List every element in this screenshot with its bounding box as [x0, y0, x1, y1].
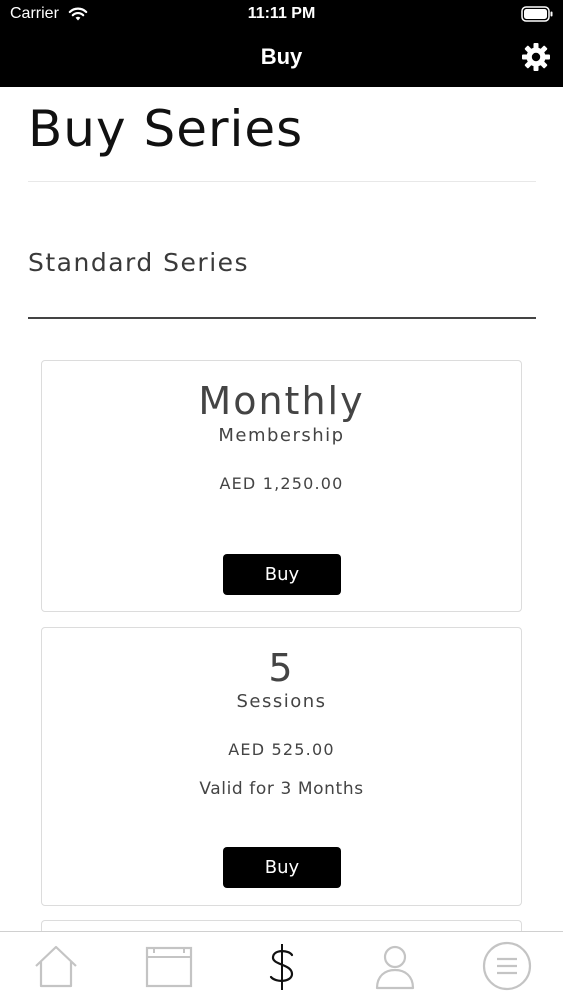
card-price: AED 1,250.00: [219, 474, 344, 493]
title-divider: [28, 181, 536, 182]
buy-button[interactable]: Buy: [223, 554, 341, 595]
tab-profile-icon[interactable]: [369, 940, 421, 992]
series-card-monthly: Monthly Membership AED 1,250.00 Buy: [41, 360, 522, 612]
series-card-5-sessions: 5 Sessions AED 525.00 Valid for 3 Months…: [41, 627, 522, 906]
card-subtitle: Sessions: [236, 691, 327, 712]
tab-calendar-icon[interactable]: [143, 940, 195, 992]
status-bar: Carrier 11:11 PM: [0, 0, 563, 30]
section-title: Standard Series: [28, 248, 250, 277]
card-validity: Valid for 3 Months: [199, 779, 364, 799]
card-title: Monthly: [198, 379, 365, 423]
tab-home-icon[interactable]: [30, 940, 82, 992]
battery-icon: [521, 6, 553, 22]
card-subtitle: Membership: [218, 425, 345, 446]
page-title: Buy Series: [28, 100, 304, 158]
nav-title: Buy: [260, 44, 303, 69]
buy-button[interactable]: Buy: [223, 847, 341, 888]
status-time: 11:11 PM: [247, 5, 316, 22]
section-divider: [28, 317, 536, 319]
card-title: 5: [268, 646, 295, 690]
gear-icon[interactable]: [521, 42, 551, 72]
top-bar: Carrier 11:11 PM Buy: [0, 0, 563, 87]
tab-menu-icon[interactable]: [481, 940, 533, 992]
tab-dollar-icon[interactable]: [256, 940, 308, 992]
card-price: AED 525.00: [228, 740, 335, 759]
tab-bar: [0, 931, 563, 1000]
